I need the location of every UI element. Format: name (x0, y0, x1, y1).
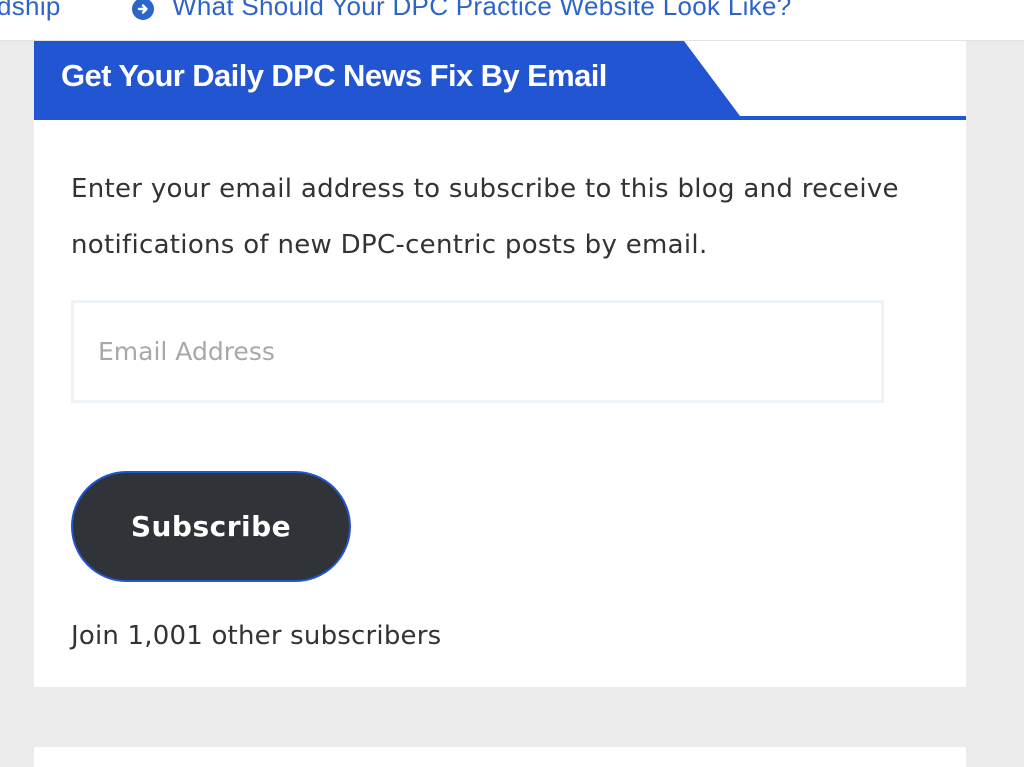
next-widget-panel (34, 747, 966, 767)
subscription-description: Enter your email address to subscribe to… (71, 174, 899, 260)
next-post-label[interactable]: What Should Your DPC Practice Website Lo… (172, 0, 791, 22)
top-navigation-bar: dship What Should Your DPC Practice Webs… (0, 0, 1024, 41)
email-address-input[interactable] (71, 300, 884, 403)
widget-header: Get Your Daily DPC News Fix By Email (34, 41, 966, 120)
widget-title: Get Your Daily DPC News Fix By Email (61, 58, 607, 93)
arrow-circle-right-icon (132, 0, 154, 20)
email-subscription-widget: Get Your Daily DPC News Fix By Email Ent… (34, 41, 966, 687)
subscriber-count-text: Join 1,001 other subscribers (71, 621, 442, 651)
subscribe-button[interactable]: Subscribe (71, 471, 351, 582)
next-post-link[interactable]: What Should Your DPC Practice Website Lo… (132, 0, 791, 22)
previous-post-link[interactable]: dship (0, 0, 61, 22)
